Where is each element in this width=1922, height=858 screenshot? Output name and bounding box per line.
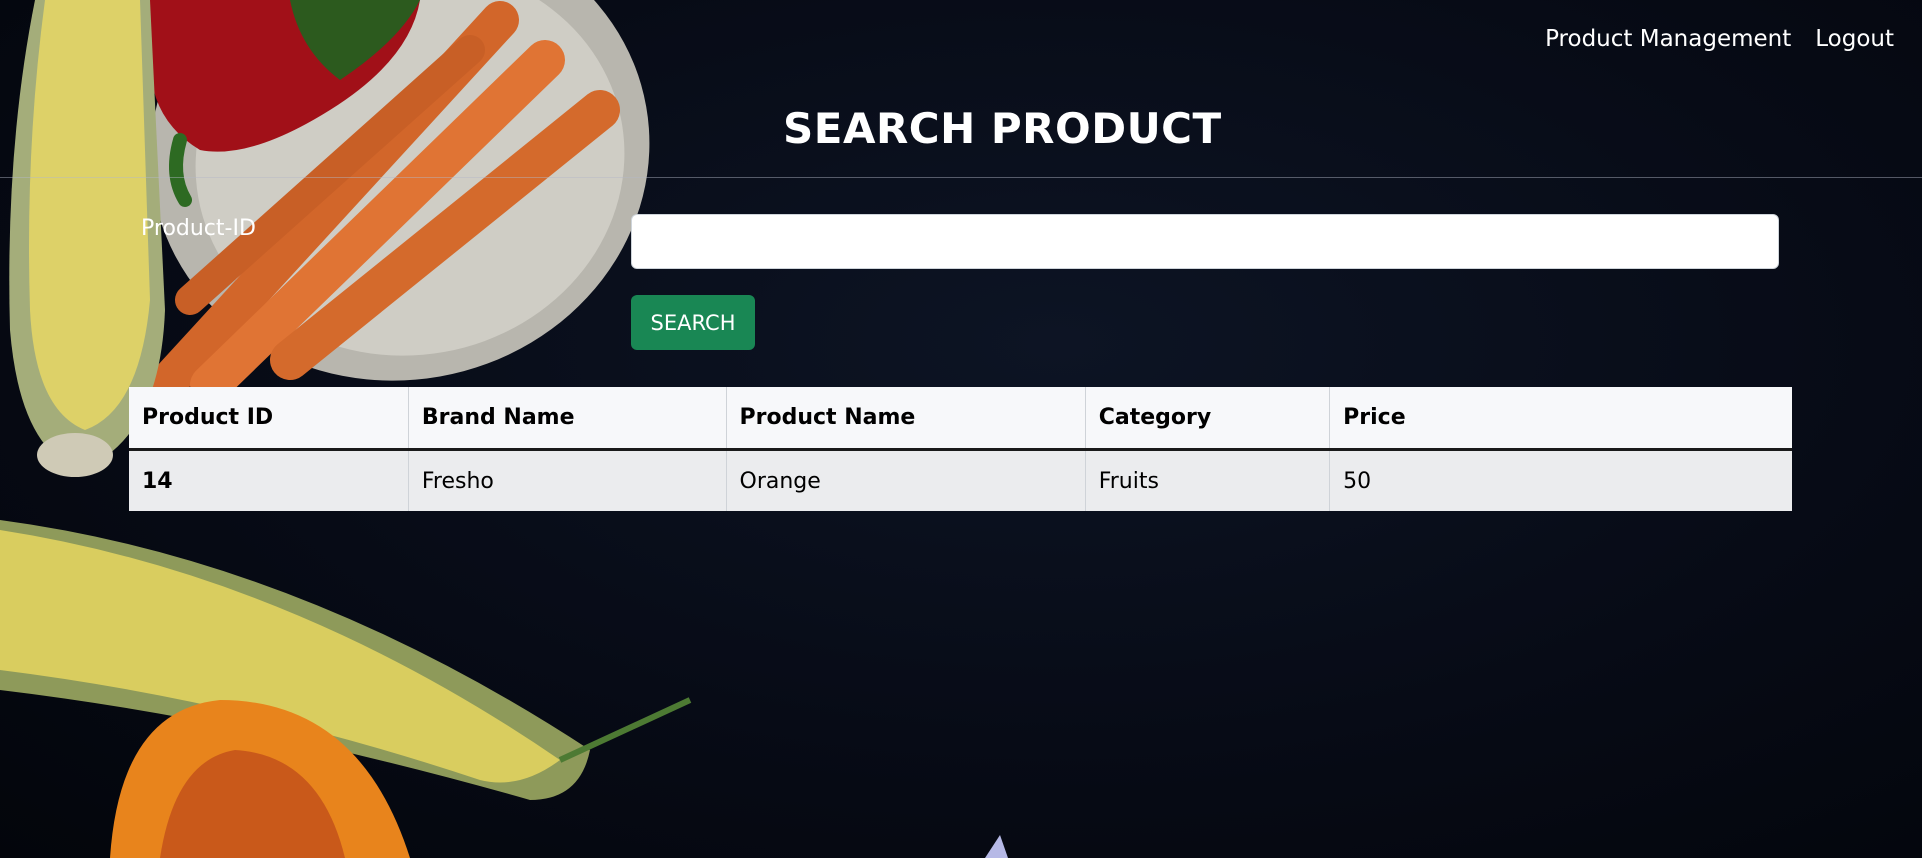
column-header-product-name: Product Name (726, 387, 1086, 451)
column-header-price: Price (1329, 387, 1792, 451)
column-header-category: Category (1085, 387, 1331, 451)
top-nav: Product Management Logout (1545, 26, 1894, 52)
page-title: SEARCH PRODUCT (783, 104, 1222, 153)
column-header-brand-name: Brand Name (408, 387, 727, 451)
product-id-label: Product-ID (141, 216, 256, 241)
results-table: Product ID Brand Name Product Name Categ… (129, 387, 1792, 511)
nav-link-logout[interactable]: Logout (1815, 26, 1894, 52)
column-header-product-id: Product ID (129, 387, 409, 451)
cell-brand-name: Fresho (408, 449, 727, 511)
cell-product-name: Orange (726, 449, 1086, 511)
cell-price: 50 (1329, 449, 1792, 511)
cell-product-id: 14 (129, 449, 409, 511)
nav-link-product-management[interactable]: Product Management (1545, 26, 1791, 52)
search-button[interactable]: SEARCH (631, 295, 755, 350)
table-header-row: Product ID Brand Name Product Name Categ… (129, 387, 1792, 451)
header-divider (0, 177, 1922, 178)
cell-category: Fruits (1085, 449, 1331, 511)
table-row: 14 Fresho Orange Fruits 50 (129, 449, 1792, 511)
product-id-input[interactable] (631, 214, 1779, 269)
